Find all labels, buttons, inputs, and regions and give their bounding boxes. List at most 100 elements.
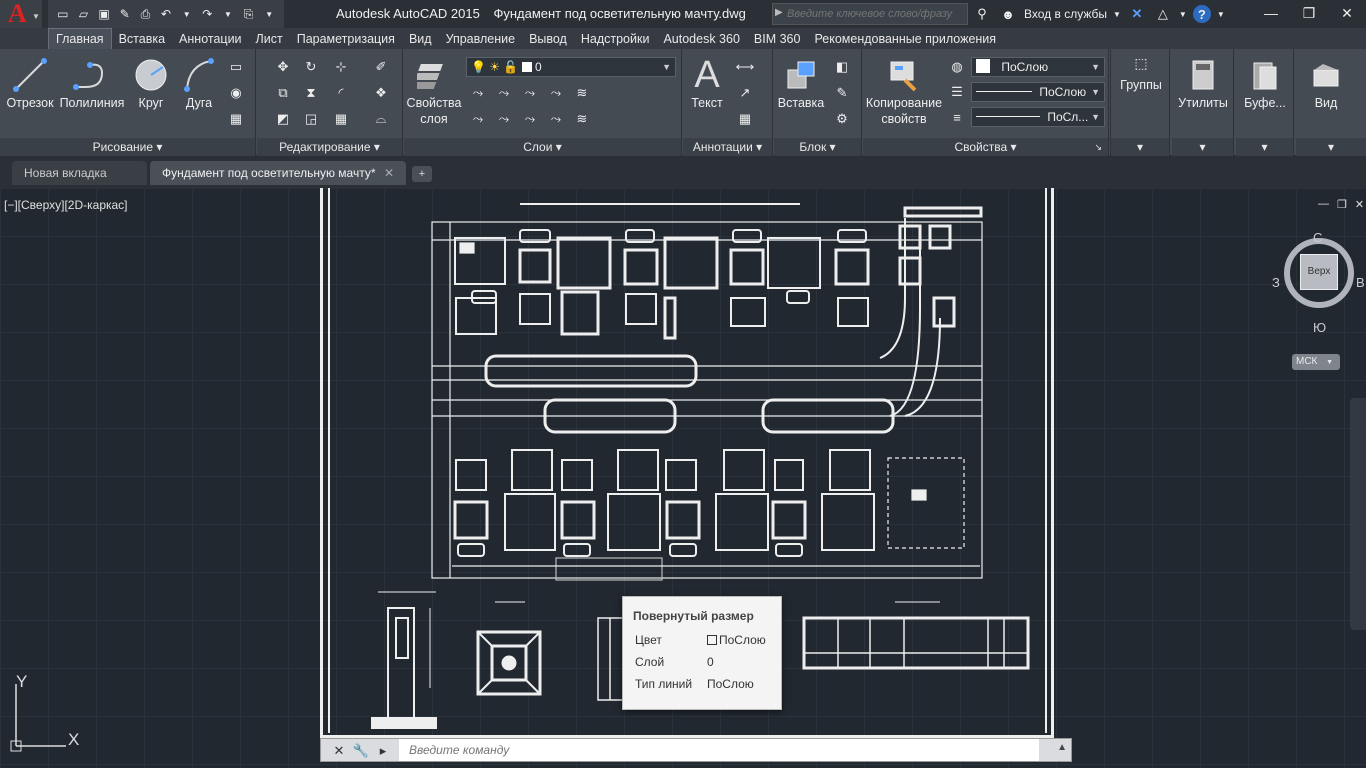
- publish-icon[interactable]: ⎘: [240, 5, 258, 23]
- layer-isolate-icon[interactable]: ⤳: [494, 83, 514, 103]
- modify-panel-title[interactable]: Редактирование ▾: [257, 138, 402, 156]
- ribbon-tab[interactable]: Аннотации: [172, 29, 248, 49]
- user-icon[interactable]: ☻: [998, 4, 1018, 24]
- viewcube-top-face[interactable]: Верх: [1300, 254, 1338, 290]
- layer-properties-button[interactable]: Свойства слоя: [406, 55, 462, 127]
- viewport-close-icon[interactable]: ✕: [1355, 198, 1364, 211]
- view-expand-icon[interactable]: ▾: [1296, 138, 1366, 156]
- search-input[interactable]: [787, 5, 965, 23]
- layer-freeze-icon[interactable]: ⤳: [520, 83, 540, 103]
- copy-icon[interactable]: ⧉: [273, 83, 293, 103]
- ribbon-tab[interactable]: Вид: [402, 29, 439, 49]
- trim-icon[interactable]: ⊹: [331, 57, 351, 77]
- move-icon[interactable]: ✥: [273, 57, 293, 77]
- close-icon[interactable]: ✕: [1328, 0, 1366, 28]
- minimize-icon[interactable]: —: [1252, 0, 1290, 28]
- compass-south[interactable]: Ю: [1313, 320, 1326, 335]
- viewport-minimize-icon[interactable]: —: [1318, 198, 1329, 211]
- viewcube[interactable]: Верх С Ю З В: [1270, 228, 1366, 338]
- leader-icon[interactable]: ↗: [735, 83, 755, 103]
- stay-connected-icon[interactable]: △: [1153, 4, 1173, 24]
- layer-match-icon[interactable]: ≋: [572, 83, 592, 103]
- circle-button[interactable]: Круг: [128, 55, 174, 111]
- layer-current-icon[interactable]: ⤳: [468, 109, 488, 129]
- search-expand-icon[interactable]: ▶: [775, 7, 783, 18]
- ribbon-tab[interactable]: Управление: [439, 29, 523, 49]
- viewport-controls-label[interactable]: [−][Сверху][2D-каркас]: [4, 198, 128, 212]
- save-icon[interactable]: ▣: [95, 5, 113, 23]
- help-dropdown-icon[interactable]: ▼: [1217, 10, 1225, 19]
- layer-unisolate-icon[interactable]: ⤳: [494, 109, 514, 129]
- layer-thaw-icon[interactable]: ⤳: [520, 109, 540, 129]
- binoculars-icon[interactable]: ⚲: [972, 4, 992, 24]
- undo-icon[interactable]: ↶: [157, 5, 175, 23]
- color-dropdown[interactable]: ПоСлою ▼: [971, 57, 1105, 77]
- annotation-panel-title[interactable]: Аннотации ▾: [683, 138, 772, 156]
- mirror-icon[interactable]: ⧗: [301, 83, 321, 103]
- customize-wrench-icon[interactable]: 🔧: [351, 741, 371, 761]
- hatch-icon[interactable]: ◉: [226, 83, 246, 103]
- add-tab-icon[interactable]: +: [412, 166, 432, 182]
- line-button[interactable]: Отрезок: [4, 55, 56, 111]
- array-icon[interactable]: ▦: [331, 109, 351, 129]
- workspace-dropdown-icon[interactable]: ▼: [260, 5, 278, 23]
- search-box[interactable]: ▶: [772, 3, 968, 25]
- draw-panel-title[interactable]: Рисование ▾: [0, 138, 255, 156]
- close-command-line-icon[interactable]: ✕: [329, 741, 349, 761]
- region-icon[interactable]: ▦: [226, 109, 246, 129]
- offset-icon[interactable]: ⌓: [371, 109, 391, 129]
- dimension-icon[interactable]: ⟷: [735, 57, 755, 77]
- match-properties-button[interactable]: Копирование свойств: [865, 55, 943, 127]
- rotate-icon[interactable]: ↻: [301, 57, 321, 77]
- signin-dropdown-icon[interactable]: ▼: [1113, 10, 1121, 19]
- compass-east[interactable]: В: [1356, 275, 1365, 290]
- undo-dropdown-icon[interactable]: ▼: [178, 5, 196, 23]
- tab-current-drawing[interactable]: Фундамент под осветительную мачту* ✕: [150, 161, 406, 185]
- stretch-icon[interactable]: ◩: [273, 109, 293, 129]
- insert-block-button[interactable]: Вставка: [776, 55, 826, 111]
- ribbon-tab[interactable]: Autodesk 360: [656, 29, 746, 49]
- ribbon-tab[interactable]: Параметризация: [290, 29, 402, 49]
- block-panel-title[interactable]: Блок ▾: [774, 138, 861, 156]
- linetype-dropdown[interactable]: ПоСлою ▼: [971, 82, 1105, 102]
- erase-icon[interactable]: ✐: [371, 57, 391, 77]
- polyline-button[interactable]: Полилиния: [58, 55, 126, 111]
- layer-off-icon[interactable]: ⤳: [468, 83, 488, 103]
- groups-expand-icon[interactable]: ▾: [1111, 138, 1169, 156]
- navigation-bar[interactable]: [1350, 398, 1366, 630]
- close-tab-icon[interactable]: ✕: [384, 161, 394, 185]
- stay-connected-dropdown-icon[interactable]: ▼: [1179, 10, 1187, 19]
- ribbon-tab[interactable]: Главная: [48, 28, 112, 49]
- recent-commands-icon[interactable]: ▸: [373, 741, 393, 761]
- create-block-icon[interactable]: ◧: [832, 57, 852, 77]
- restore-icon[interactable]: ❐: [1290, 0, 1328, 28]
- ribbon-tab[interactable]: BIM 360: [747, 29, 808, 49]
- command-input[interactable]: [399, 739, 1039, 761]
- save-as-icon[interactable]: ✎: [116, 5, 134, 23]
- command-history-icon[interactable]: ▲: [1057, 742, 1067, 753]
- table-icon[interactable]: ▦: [735, 109, 755, 129]
- ribbon-tab[interactable]: Вставка: [112, 29, 172, 49]
- exchange-apps-icon[interactable]: ✕: [1127, 4, 1147, 24]
- clipboard-expand-icon[interactable]: ▾: [1236, 138, 1293, 156]
- properties-panel-title[interactable]: Свойства ▾ ↘: [863, 138, 1108, 156]
- explode-icon[interactable]: ❖: [371, 83, 391, 103]
- print-icon[interactable]: ⎙: [137, 5, 155, 23]
- layers-panel-title[interactable]: Слои ▾: [404, 138, 681, 156]
- lineweight-dropdown[interactable]: ПоСл... ▼: [971, 107, 1105, 127]
- application-menu-button[interactable]: A ▼: [0, 0, 42, 28]
- utilities-button[interactable]: Утилиты: [1174, 55, 1232, 111]
- view-button[interactable]: Вид: [1298, 55, 1354, 111]
- layer-walk-icon[interactable]: ≋: [572, 109, 592, 129]
- compass-west[interactable]: З: [1272, 275, 1280, 290]
- layer-lock-icon[interactable]: ⤳: [546, 83, 566, 103]
- ribbon-tab[interactable]: Лист: [249, 29, 290, 49]
- signin-button[interactable]: Вход в службы: [1024, 7, 1107, 21]
- edit-block-icon[interactable]: ✎: [832, 83, 852, 103]
- viewport-restore-icon[interactable]: ❐: [1337, 198, 1347, 211]
- ribbon-tab[interactable]: Надстройки: [574, 29, 657, 49]
- redo-icon[interactable]: ↷: [198, 5, 216, 23]
- scale-icon[interactable]: ◲: [301, 109, 321, 129]
- redo-dropdown-icon[interactable]: ▼: [219, 5, 237, 23]
- arc-button[interactable]: Дуга: [176, 55, 222, 111]
